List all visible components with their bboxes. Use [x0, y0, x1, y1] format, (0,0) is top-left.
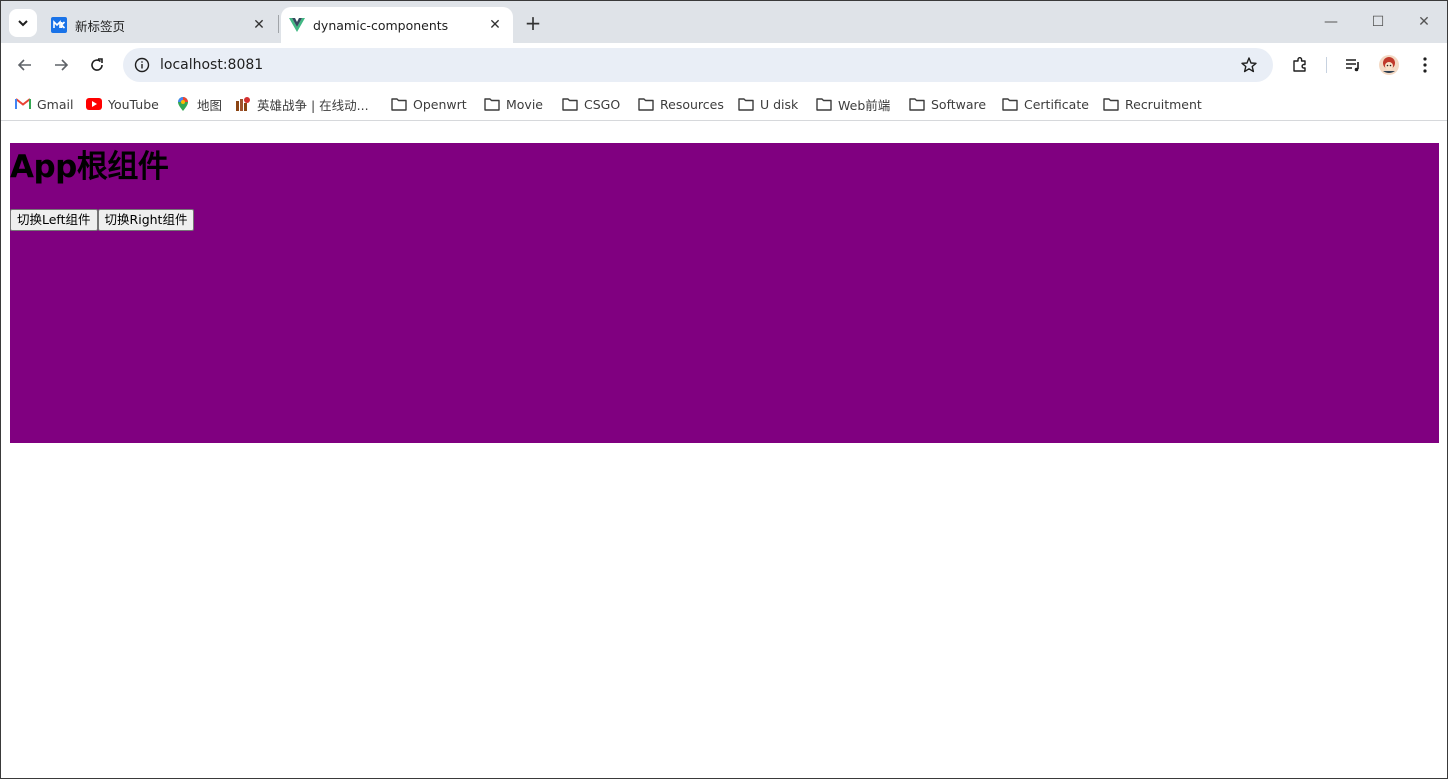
tab-title: 新标签页	[75, 18, 126, 34]
gmail-icon	[15, 96, 31, 112]
bookmark-label: Certificate	[1024, 96, 1089, 112]
folder-icon	[484, 96, 500, 112]
maximize-icon[interactable]: ☐	[1363, 9, 1393, 35]
vue-favicon	[289, 18, 305, 32]
bookmark-folder-openwrt[interactable]: Openwrt	[391, 93, 467, 115]
bookmark-folder-recruitment[interactable]: Recruitment	[1103, 93, 1202, 115]
switch-left-button[interactable]: 切换Left组件	[10, 209, 98, 231]
bookmark-youtube[interactable]: YouTube	[86, 93, 159, 115]
menu-kebab-icon[interactable]	[1413, 53, 1437, 77]
forward-button[interactable]	[47, 51, 75, 79]
bookmark-label: U disk	[760, 96, 799, 112]
folder-icon	[562, 96, 578, 112]
folder-icon	[738, 96, 754, 112]
bookmark-label: CSGO	[584, 96, 621, 112]
tab-strip: 新标签页 ✕ dynamic-components ✕ + — ☐ ✕	[1, 1, 1447, 43]
close-icon[interactable]: ✕	[249, 15, 269, 35]
url-text[interactable]: localhost:8081	[160, 48, 263, 82]
arrow-left-icon	[17, 59, 31, 71]
address-bar[interactable]: localhost:8081	[123, 48, 1273, 82]
bookmark-label: Movie	[506, 96, 543, 112]
arrow-right-icon	[55, 59, 69, 71]
bookmark-folder-u-disk[interactable]: U disk	[738, 93, 798, 115]
bookmark-label: Software	[931, 96, 987, 112]
browser-toolbar: localhost:8081	[1, 43, 1447, 87]
folder-icon	[816, 96, 832, 112]
bookmark-label: 地图	[197, 97, 223, 113]
bookmark-label: Openwrt	[413, 96, 467, 112]
bookmark-label: YouTube	[108, 96, 159, 112]
tab-new-tab[interactable]: 新标签页 ✕	[45, 7, 277, 43]
bookmark-star-icon[interactable]	[1239, 55, 1259, 75]
extensions-icon[interactable]	[1288, 53, 1312, 77]
bookmark-label: Resources	[660, 96, 724, 112]
profile-avatar[interactable]	[1377, 53, 1401, 77]
bookmark-folder-resources[interactable]: Resources	[638, 93, 724, 115]
tab-search-button[interactable]	[9, 9, 37, 37]
game-icon	[235, 96, 251, 112]
new-tab-button[interactable]: +	[521, 11, 545, 35]
folder-icon	[909, 96, 925, 112]
page-viewport: App根组件 切换Left组件 切换Right组件	[1, 122, 1447, 778]
tab-title: dynamic-components	[313, 17, 449, 33]
bookmarks-bar: Gmail YouTube 地图 英雄战争 | 在线动... Openwrt M…	[1, 87, 1447, 121]
bookmark-label: 英雄战争 | 在线动...	[257, 97, 369, 113]
bookmark-folder-movie[interactable]: Movie	[484, 93, 543, 115]
browser-window: 新标签页 ✕ dynamic-components ✕ + — ☐ ✕ loca	[0, 0, 1448, 779]
folder-icon	[1103, 96, 1119, 112]
folder-icon	[638, 96, 654, 112]
bookmark-folder-certificate[interactable]: Certificate	[1002, 93, 1089, 115]
folder-icon	[391, 96, 407, 112]
reload-icon	[91, 58, 103, 71]
new-tab-favicon	[51, 17, 67, 33]
bookmark-folder-web[interactable]: Web前端	[816, 93, 890, 115]
app-root-container: App根组件 切换Left组件 切换Right组件	[10, 143, 1439, 443]
minimize-icon[interactable]: —	[1316, 9, 1346, 35]
bookmark-maps[interactable]: 地图	[175, 93, 222, 115]
window-close-icon[interactable]: ✕	[1409, 9, 1439, 35]
bookmark-gmail[interactable]: Gmail	[15, 93, 73, 115]
site-info-icon[interactable]	[131, 54, 153, 76]
youtube-icon	[86, 96, 102, 112]
folder-icon	[1002, 96, 1018, 112]
media-control-icon[interactable]	[1341, 53, 1365, 77]
bookmark-label: Gmail	[37, 96, 74, 112]
bookmark-folder-csgo[interactable]: CSGO	[562, 93, 620, 115]
reload-button[interactable]	[83, 51, 111, 79]
app-title: App根组件	[10, 149, 169, 185]
switch-right-button[interactable]: 切换Right组件	[97, 209, 195, 231]
component-switch-buttons: 切换Left组件 切换Right组件	[10, 209, 195, 231]
tab-separator	[278, 15, 279, 33]
toolbar-divider	[1326, 57, 1327, 73]
close-icon[interactable]: ✕	[485, 15, 505, 35]
maps-icon	[175, 96, 191, 112]
back-button[interactable]	[11, 51, 39, 79]
chevron-down-icon	[18, 20, 28, 27]
tab-dynamic-components[interactable]: dynamic-components ✕	[281, 7, 513, 43]
bookmark-label: Web前端	[838, 97, 891, 113]
bookmark-label: Recruitment	[1125, 96, 1202, 112]
bookmark-game[interactable]: 英雄战争 | 在线动...	[235, 93, 369, 115]
bookmark-folder-software[interactable]: Software	[909, 93, 986, 115]
